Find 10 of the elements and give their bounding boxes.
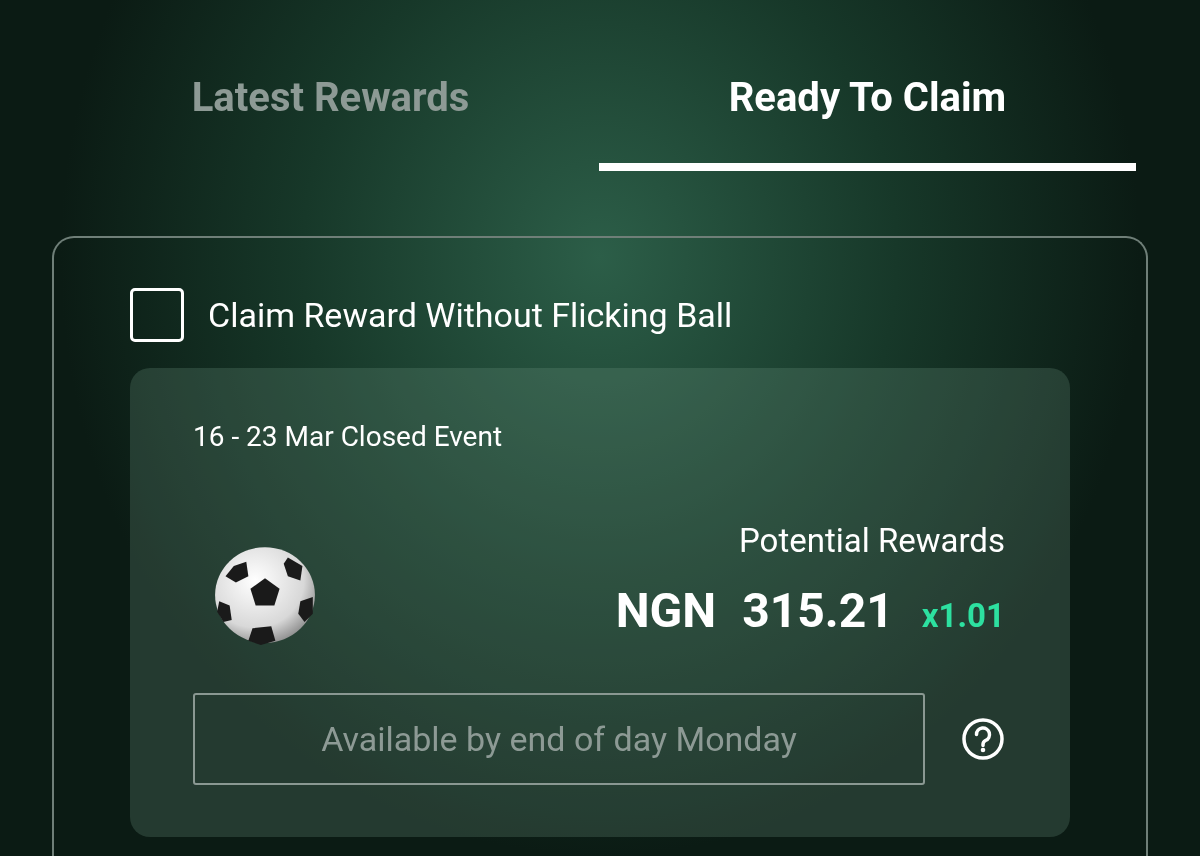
checkbox[interactable] [130,288,184,342]
event-title: 16 - 23 Mar Closed Event [193,420,504,453]
tab[interactable]: Latest Rewards [62,0,599,171]
multiplier: x1.01 [921,596,1005,635]
reward-amount: 315.21 [742,582,894,639]
help-icon[interactable] [961,717,1005,761]
rewards-label: Potential Rewards [738,521,1005,560]
tab[interactable]: Ready To Claim [599,0,1136,171]
checkbox-label: Claim Reward Without Flicking Ball [208,295,733,335]
currency: NGN [615,582,717,639]
